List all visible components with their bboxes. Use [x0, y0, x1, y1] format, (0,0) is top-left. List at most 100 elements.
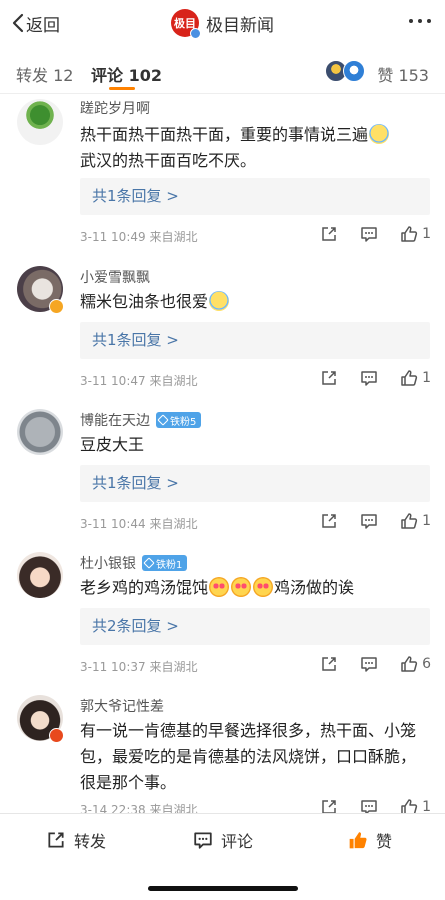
comment-actions: 1: [298, 225, 431, 243]
repost-button[interactable]: [320, 798, 338, 813]
comment-actions: 6: [298, 655, 431, 673]
comment-item: 蹉跎岁月啊 热干面热干面热干面，重要的事情说三遍 武汉的热干面百吃不厌。 共1条…: [0, 94, 445, 254]
nav-center: 极目 极目新闻: [0, 9, 445, 39]
comment-username[interactable]: 博能在天边 铁粉5: [80, 410, 202, 430]
more-icon[interactable]: [409, 19, 431, 23]
repost-action-button[interactable]: 转发: [46, 828, 106, 852]
thumbs-up-icon: [401, 513, 418, 529]
comment-item: 小爱雪飘飘 糯米包油条也很爱 共1条回复 > 3-11 10:47 来自湖北 1: [0, 262, 445, 397]
avatar[interactable]: [17, 552, 63, 598]
comment-username[interactable]: 郭大爷记性差: [80, 696, 164, 716]
diamond-icon: [157, 414, 169, 426]
like-button[interactable]: 1: [400, 512, 431, 530]
comment-username[interactable]: 杜小银银 铁粉1: [80, 553, 188, 573]
like-count: 1: [422, 513, 431, 529]
repost-button[interactable]: [320, 225, 338, 243]
like-count: 6: [422, 656, 431, 672]
view-replies-link[interactable]: 共1条回复 >: [80, 322, 430, 359]
verified-badge-icon: [49, 728, 64, 743]
thumbs-up-filled-icon: [349, 832, 367, 849]
view-replies-link[interactable]: 共1条回复 >: [80, 465, 430, 502]
comment-icon: [361, 800, 377, 813]
fan-badge[interactable]: 铁粉1: [142, 555, 188, 571]
thumbs-up-icon: [401, 370, 418, 386]
repost-button[interactable]: [320, 655, 338, 673]
comment-item: 博能在天边 铁粉5 豆皮大王 共1条回复 > 3-11 10:44 来自湖北 1: [0, 405, 445, 540]
share-icon: [322, 657, 336, 671]
diamond-icon: [143, 557, 155, 569]
comment-action-label: 评论: [221, 832, 254, 851]
comment-meta: 3-11 10:37 来自湖北: [80, 660, 198, 674]
heart-eyes-emoji-icon: [209, 577, 230, 597]
comment-text: 老乡鸡的鸡汤馄饨 鸡汤做的诶: [80, 577, 355, 597]
comment-meta: 3-14 22:38 来自湖北: [80, 803, 198, 813]
comment-username[interactable]: 小爱雪飘飘: [80, 267, 150, 287]
comment-action-button[interactable]: 评论: [193, 828, 253, 852]
like-count: 1: [422, 799, 431, 813]
tab-like[interactable]: 赞 153: [377, 62, 429, 86]
share-icon: [322, 514, 336, 528]
avatar[interactable]: [17, 409, 63, 455]
comment-icon: [194, 832, 212, 849]
comment-icon: [361, 657, 377, 672]
like-action-label: 赞: [376, 832, 393, 851]
reply-button[interactable]: [360, 512, 378, 530]
like-count: 1: [422, 226, 431, 242]
top-nav-bar: 返回 极目 极目新闻: [0, 0, 445, 46]
comment-meta: 3-11 10:47 来自湖北: [80, 374, 198, 388]
like-button[interactable]: 6: [400, 655, 431, 673]
verified-badge-icon: [49, 299, 64, 314]
reply-button[interactable]: [360, 655, 378, 673]
heart-eyes-emoji-icon: [231, 577, 252, 597]
comment-text: 豆皮大王: [80, 435, 145, 454]
tab-bar: 转发 12 评论 102 赞 153: [0, 46, 445, 94]
share-icon: [322, 227, 336, 241]
avatar[interactable]: [17, 99, 63, 145]
verified-icon: [190, 28, 201, 39]
comment-text: 糯米包油条也很爱: [80, 289, 430, 315]
comment-icon: [361, 371, 377, 386]
like-button[interactable]: 1: [400, 225, 431, 243]
thumbs-up-icon: [401, 226, 418, 242]
page-title: 极目新闻: [206, 15, 274, 36]
view-replies-link[interactable]: 共1条回复 >: [80, 178, 430, 215]
tab-repost[interactable]: 转发 12: [16, 62, 73, 86]
laugh-cry-emoji-icon: [369, 124, 390, 144]
reply-button[interactable]: [360, 369, 378, 387]
comment-username[interactable]: 蹉跎岁月啊: [80, 98, 150, 118]
like-action-button[interactable]: 赞: [348, 828, 392, 852]
share-icon: [48, 832, 64, 848]
crying-emoji-icon: [209, 291, 230, 311]
bottom-action-bar: 转发 评论 赞: [0, 813, 445, 900]
comment-meta: 3-11 10:49 来自湖北: [80, 230, 198, 244]
comment-icon: [361, 227, 377, 242]
comment-text: 有一说一肯德基的早餐选择很多，热干面、小笼包，最爱吃的是肯德基的法风烧饼，口口酥…: [80, 721, 417, 792]
tab-comment[interactable]: 评论 102: [91, 62, 162, 86]
view-replies-link[interactable]: 共2条回复 >: [80, 608, 430, 645]
comment-actions: 1: [298, 512, 431, 530]
liker-avatars[interactable]: [325, 60, 365, 82]
reply-button[interactable]: [360, 798, 378, 813]
repost-button[interactable]: [320, 369, 338, 387]
like-button[interactable]: 1: [400, 369, 431, 387]
comment-item: 郭大爷记性差 有一说一肯德基的早餐选择很多，热干面、小笼包，最爱吃的是肯德基的法…: [0, 691, 445, 813]
reply-button[interactable]: [360, 225, 378, 243]
active-tab-indicator: [109, 87, 135, 90]
comment-icon: [361, 514, 377, 529]
share-icon: [322, 371, 336, 385]
repost-action-label: 转发: [74, 832, 107, 851]
like-button[interactable]: 1: [400, 798, 431, 813]
thumbs-up-icon: [401, 799, 418, 813]
brand-logo[interactable]: 极目: [171, 9, 201, 39]
avatar: [343, 60, 365, 82]
comment-item: 杜小银银 铁粉1 老乡鸡的鸡汤馄饨 鸡汤做的诶 共2条回复 > 3-11 10:3…: [0, 548, 445, 683]
comment-meta: 3-11 10:44 来自湖北: [80, 517, 198, 531]
fan-badge[interactable]: 铁粉5: [156, 412, 202, 428]
home-indicator: [148, 886, 298, 891]
comment-text: 热干面热干面热干面，重要的事情说三遍 武汉的热干面百吃不厌。: [80, 122, 430, 174]
share-icon: [322, 800, 336, 813]
comment-actions: 1: [298, 369, 431, 387]
repost-button[interactable]: [320, 512, 338, 530]
heart-eyes-emoji-icon: [253, 577, 274, 597]
like-count: 1: [422, 370, 431, 386]
